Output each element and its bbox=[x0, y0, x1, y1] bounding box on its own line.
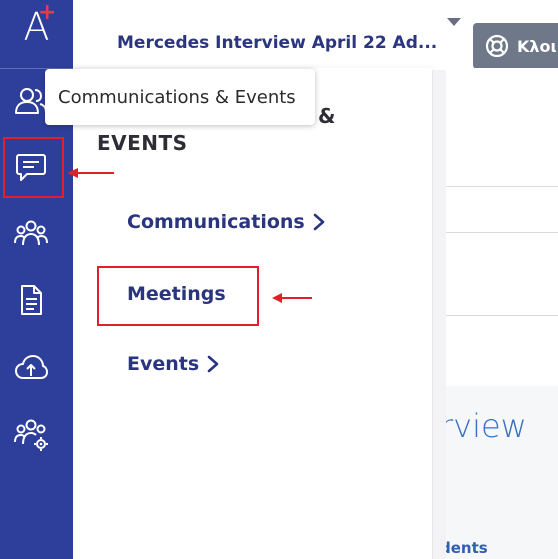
rail-item-documents[interactable] bbox=[8, 277, 54, 323]
team-settings-icon bbox=[14, 419, 48, 451]
tooltip: Communications & Events bbox=[45, 69, 315, 125]
rail-item-upload[interactable] bbox=[8, 345, 54, 391]
menu-item-label: Events bbox=[127, 353, 200, 375]
chevron-right-icon bbox=[313, 213, 325, 231]
annotation-arrow-icon bbox=[67, 168, 114, 178]
divider bbox=[446, 315, 558, 316]
page-title[interactable]: Mercedes Interview April 22 Ad... bbox=[117, 33, 437, 53]
chevron-right-icon bbox=[207, 355, 219, 373]
app-root: Mercedes Interview April 22 Ad... Κλοι r… bbox=[0, 0, 558, 559]
user-group-icon bbox=[15, 88, 47, 114]
divider bbox=[446, 186, 558, 187]
rail-item-team[interactable] bbox=[8, 211, 54, 257]
annotation-arrow-icon bbox=[272, 293, 312, 303]
lifebuoy-icon bbox=[485, 34, 509, 58]
action-button-label: Κλοι bbox=[517, 36, 557, 56]
scrollbar[interactable] bbox=[432, 70, 446, 559]
flyout-title: EVENTS bbox=[97, 131, 188, 155]
team-icon bbox=[14, 220, 48, 246]
tooltip-text: Communications & Events bbox=[58, 86, 296, 108]
background-link[interactable]: dents bbox=[440, 539, 488, 557]
logo-plus: + bbox=[38, 0, 57, 25]
cloud-upload-icon bbox=[15, 355, 48, 379]
caret-down-icon[interactable] bbox=[447, 18, 461, 26]
menu-item-label: Communications bbox=[127, 211, 305, 233]
divider bbox=[446, 232, 558, 233]
background-heading: rview bbox=[440, 407, 527, 445]
document-icon bbox=[21, 285, 42, 315]
annotation-box-meetings bbox=[97, 266, 259, 326]
action-button[interactable]: Κλοι bbox=[473, 23, 558, 69]
menu-item-communications[interactable]: Communications bbox=[127, 211, 325, 233]
menu-item-events[interactable]: Events bbox=[127, 353, 219, 375]
annotation-box-communications bbox=[3, 137, 64, 198]
flyout-title-ampersand: & bbox=[318, 104, 336, 128]
rail-item-team-settings[interactable] bbox=[8, 411, 54, 457]
app-logo[interactable]: A + bbox=[0, 0, 73, 62]
